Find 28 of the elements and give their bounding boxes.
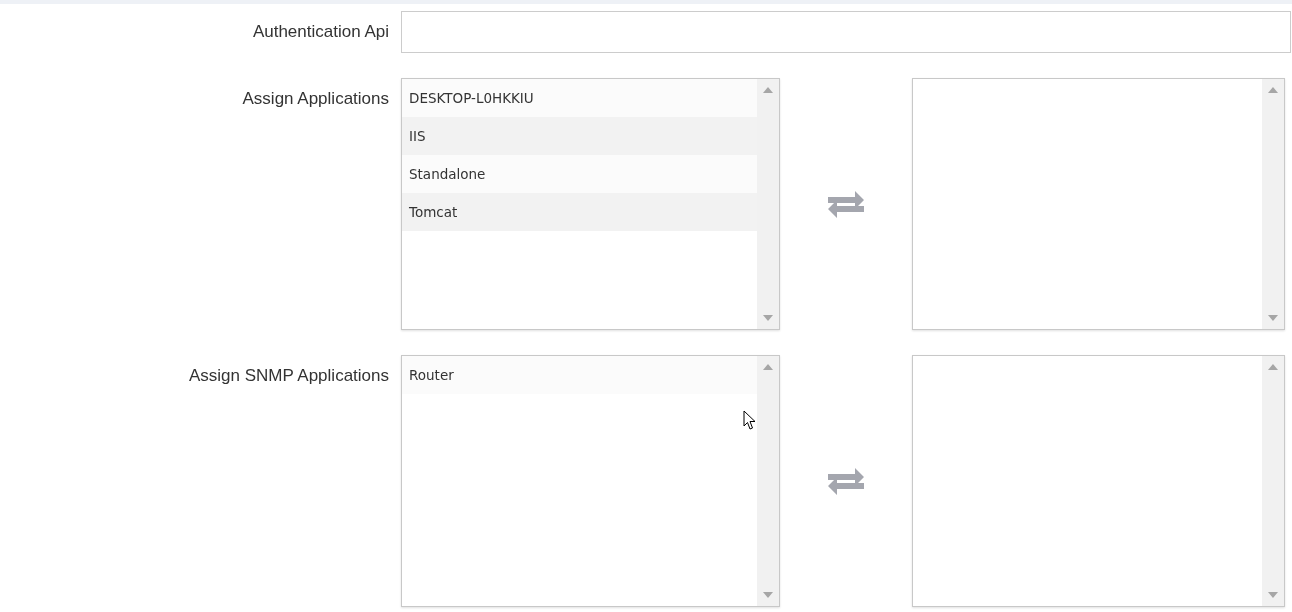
mouse-pointer-icon: [743, 410, 756, 431]
scroll-down-icon[interactable]: [763, 315, 773, 321]
list-item[interactable]: IIS: [402, 117, 757, 155]
authentication-api-field[interactable]: [401, 11, 1291, 53]
field-label: Authentication Api: [252, 22, 389, 42]
available-list[interactable]: DESKTOP-L0HKKIU IIS Standalone Tomcat: [401, 78, 780, 330]
list-item[interactable]: Router: [402, 356, 757, 394]
available-list[interactable]: Router: [401, 355, 780, 607]
scroll-down-icon[interactable]: [1268, 592, 1278, 598]
scroll-up-icon[interactable]: [763, 364, 773, 370]
list-item[interactable]: DESKTOP-L0HKKIU: [402, 79, 757, 117]
scrollbar[interactable]: [1262, 356, 1284, 606]
scroll-up-icon[interactable]: [1268, 87, 1278, 93]
list-item[interactable]: Tomcat: [402, 193, 757, 231]
scroll-down-icon[interactable]: [1268, 315, 1278, 321]
field-label: Assign SNMP Applications: [189, 366, 389, 386]
list-item[interactable]: Standalone: [402, 155, 757, 193]
scrollbar[interactable]: [757, 79, 779, 329]
scrollbar[interactable]: [1262, 79, 1284, 329]
scroll-up-icon[interactable]: [763, 87, 773, 93]
scroll-up-icon[interactable]: [1268, 364, 1278, 370]
swap-icon[interactable]: [826, 189, 866, 219]
swap-icon[interactable]: [826, 466, 866, 496]
assigned-list[interactable]: [912, 78, 1285, 330]
field-label: Assign Applications: [242, 89, 389, 109]
scrollbar[interactable]: [757, 356, 779, 606]
assigned-list[interactable]: [912, 355, 1285, 607]
scroll-down-icon[interactable]: [763, 592, 773, 598]
